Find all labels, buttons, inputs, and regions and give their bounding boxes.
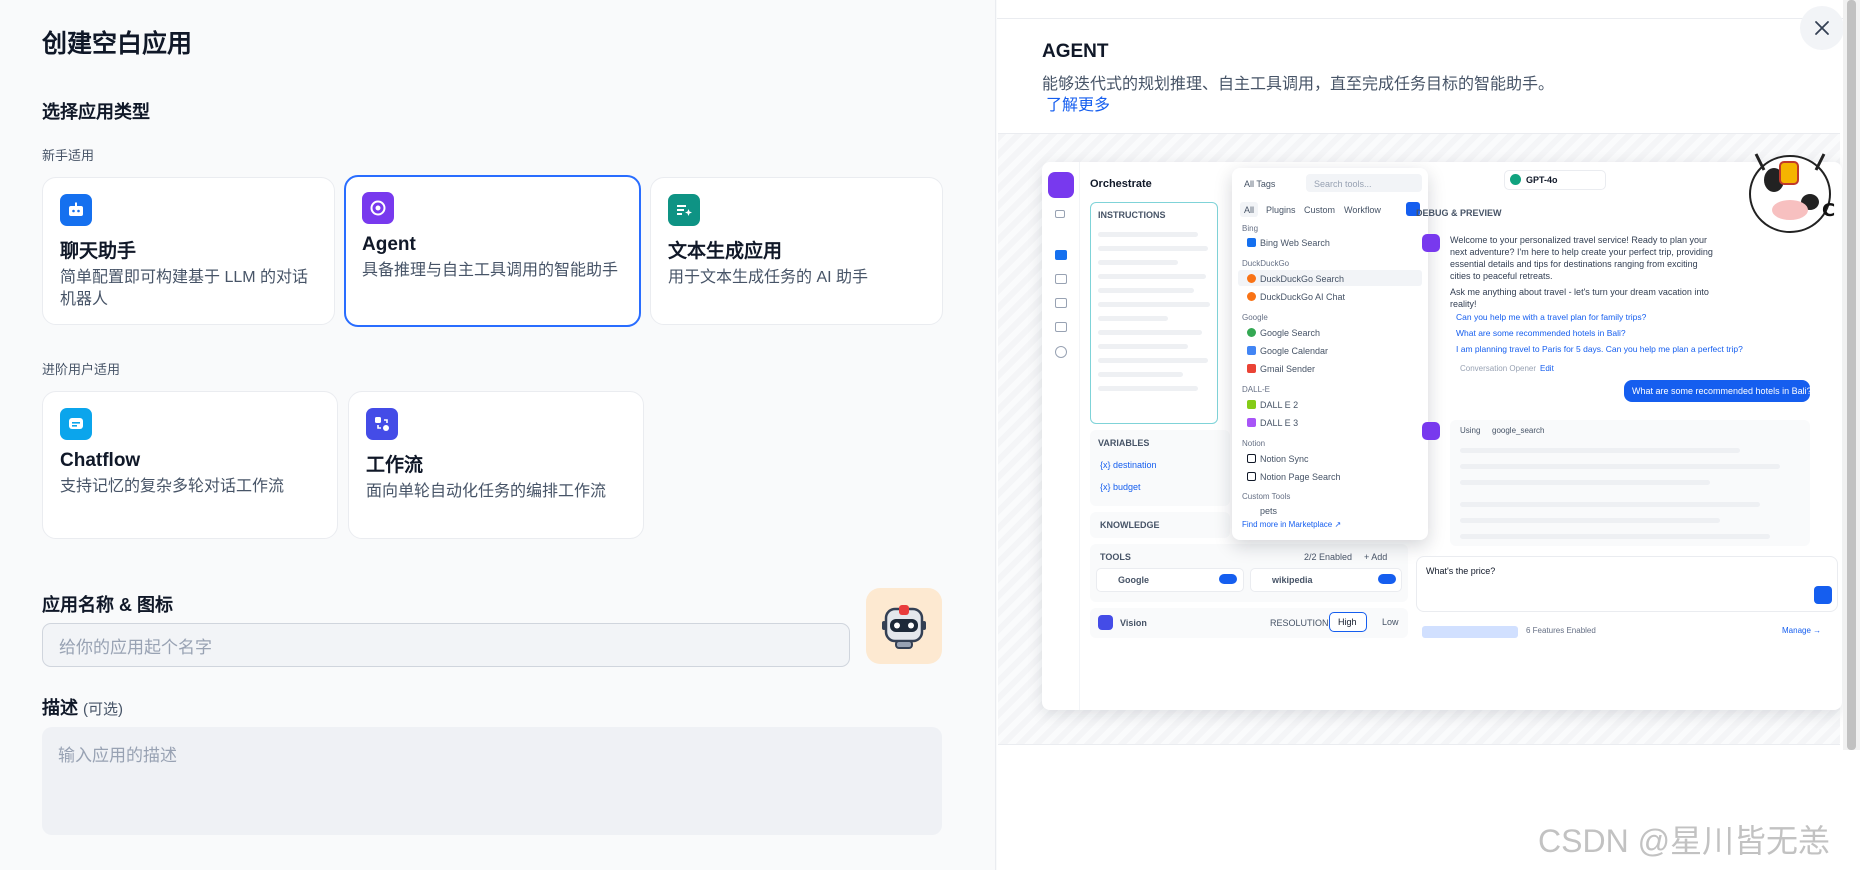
app-icon-picker[interactable]	[866, 588, 942, 664]
tool-group-custom: Custom Tools	[1242, 492, 1291, 501]
workflow-icon	[366, 408, 398, 440]
welcome-message: Welcome to your personalized travel serv…	[1450, 235, 1713, 281]
orchestrate-title: Orchestrate	[1090, 178, 1152, 190]
app-name-label: 应用名称 & 图标	[42, 595, 174, 615]
app-avatar-icon	[1048, 172, 1074, 198]
robot-icon	[882, 605, 926, 649]
description-label: 描述 (可选)	[42, 694, 123, 720]
tool-item: Gmail Sender	[1260, 364, 1316, 374]
tool-google: Google	[1118, 575, 1149, 585]
description-textarea[interactable]: 输入应用的描述	[42, 727, 942, 835]
card-desc: 支持记忆的复杂多轮对话工作流	[60, 478, 285, 495]
app-name-input[interactable]: 给你的应用起个名字	[42, 623, 850, 667]
tool-item: pets	[1260, 506, 1278, 516]
variable-destination: {x} destination	[1100, 460, 1157, 470]
cow-sticker-icon: C	[1749, 153, 1835, 233]
debug-preview-title: DEBUG & PREVIEW	[1416, 208, 1502, 218]
resolution-label: RESOLUTION	[1270, 618, 1329, 628]
manage-link: Manage →	[1782, 626, 1822, 635]
add-tool-button: + Add	[1364, 552, 1388, 562]
card-desc: 具备推理与自主工具调用的智能助手	[362, 262, 619, 279]
tool-item: DuckDuckGo Search	[1260, 274, 1345, 284]
chatflow-icon	[60, 408, 92, 440]
dialog-title: 创建空白应用	[42, 30, 193, 58]
card-title: 工作流	[366, 455, 424, 476]
optional-tag: (可选)	[83, 701, 124, 718]
model-selector: GPT-4o	[1526, 175, 1558, 185]
tool-item: Bing Web Search	[1260, 238, 1330, 248]
app-type-card-text-generator[interactable]: 文本生成应用 用于文本生成任务的 AI 助手	[650, 177, 943, 325]
tool-tab-all: All	[1244, 205, 1255, 215]
tools-label: TOOLS	[1100, 552, 1131, 562]
preview-title: AGENT	[1042, 41, 1109, 62]
chat-bot-icon	[60, 194, 92, 226]
tool-item: Google Calendar	[1260, 346, 1329, 356]
suggestion: What are some recommended hotels in Bali…	[1456, 328, 1626, 338]
tool-tab-workflow: Workflow	[1344, 205, 1381, 215]
app-type-card-chat-assistant[interactable]: 聊天助手 简单配置即可构建基于 LLM 的对话机器人	[42, 177, 335, 325]
suggestion: I am planning travel to Paris for 5 days…	[1456, 344, 1743, 354]
chat-input: What's the price?	[1426, 566, 1496, 576]
card-title: 聊天助手	[60, 241, 137, 262]
tool-tab-custom: Custom	[1304, 205, 1336, 215]
tools-enabled-count: 2/2 Enabled	[1304, 552, 1353, 562]
beginner-label: 新手适用	[42, 148, 95, 163]
close-button[interactable]	[1800, 6, 1844, 50]
using-label: Using	[1460, 426, 1481, 435]
vision-label: Vision	[1120, 618, 1147, 628]
description-label-text: 描述	[42, 698, 78, 718]
tool-group-duckduckgo: DuckDuckGo	[1242, 259, 1290, 268]
tool-group-notion: Notion	[1242, 439, 1266, 448]
variable-budget: {x} budget	[1100, 482, 1141, 492]
card-title: Chatflow	[60, 450, 141, 471]
create-app-panel: 创建空白应用 选择应用类型 新手适用 聊天助手 简单配置即可构建基于 LLM 的…	[0, 0, 996, 870]
edit-link: Edit	[1540, 364, 1554, 373]
resolution-high: High	[1338, 617, 1357, 627]
card-title: 文本生成应用	[668, 241, 783, 262]
advanced-label: 进阶用户适用	[42, 362, 121, 377]
instructions-label: INSTRUCTIONS	[1098, 210, 1166, 220]
agent-icon	[362, 192, 394, 224]
app-type-section-title: 选择应用类型	[42, 102, 150, 122]
tool-item: DuckDuckGo AI Chat	[1260, 292, 1346, 302]
tool-item: DALL E 3	[1260, 418, 1299, 428]
agent-preview-screenshot: Orchestrate INSTRUCTIONS VARIABLES {x} d…	[1042, 162, 1842, 710]
watermark: CSDN @星川皆无恙	[1538, 823, 1831, 859]
tool-group-dalle: DALL-E	[1242, 385, 1271, 394]
find-more-marketplace: Find more in Marketplace ↗	[1242, 520, 1342, 529]
user-message: What are some recommended hotels in Bali…	[1632, 386, 1812, 396]
card-title: Agent	[362, 234, 416, 255]
card-desc: 用于文本生成任务的 AI 助手	[668, 269, 869, 286]
svg-text:C: C	[1822, 200, 1835, 221]
preview-description: 能够迭代式的规划推理、自主工具调用，直至完成任务目标的智能助手。	[1042, 76, 1555, 93]
conversation-opener: Conversation Opener	[1460, 364, 1537, 373]
card-desc: 面向单轮自动化任务的编排工作流	[366, 483, 607, 500]
tool-wikipedia: wikipedia	[1272, 575, 1313, 585]
text-generator-icon	[668, 194, 700, 226]
search-tools-input: Search tools...	[1314, 179, 1372, 189]
app-type-card-workflow[interactable]: 工作流 面向单轮自动化任务的编排工作流	[348, 391, 644, 539]
app-type-card-chatflow[interactable]: Chatflow 支持记忆的复杂多轮对话工作流	[42, 391, 338, 539]
knowledge-label: KNOWLEDGE	[1100, 520, 1160, 530]
tool-item: Notion Sync	[1260, 454, 1309, 464]
tool-tab-plugins: Plugins	[1266, 205, 1296, 215]
resolution-low: Low	[1382, 617, 1399, 627]
ask-message: Ask me anything about travel - let's tur…	[1450, 287, 1709, 309]
suggestion: Can you help me with a travel plan for f…	[1456, 312, 1647, 322]
features-enabled: 6 Features Enabled	[1526, 626, 1596, 635]
scrollbar[interactable]	[1843, 0, 1860, 750]
close-icon	[1815, 21, 1829, 35]
google-search-call: google_search	[1492, 426, 1545, 435]
learn-more-link[interactable]: 了解更多	[1046, 91, 1110, 115]
app-type-card-agent[interactable]: Agent 具备推理与自主工具调用的智能助手	[344, 175, 641, 327]
all-tags-dropdown: All Tags	[1244, 179, 1276, 189]
card-desc: 简单配置即可构建基于 LLM 的对话机器人	[60, 269, 309, 308]
tool-item: Notion Page Search	[1260, 472, 1341, 482]
tool-item: Google Search	[1260, 328, 1321, 338]
variables-label: VARIABLES	[1098, 438, 1150, 448]
scrollbar-thumb[interactable]	[1847, 0, 1856, 750]
tool-group-bing: Bing	[1242, 224, 1259, 233]
tool-item: DALL E 2	[1260, 400, 1299, 410]
tool-group-google: Google	[1242, 313, 1268, 322]
